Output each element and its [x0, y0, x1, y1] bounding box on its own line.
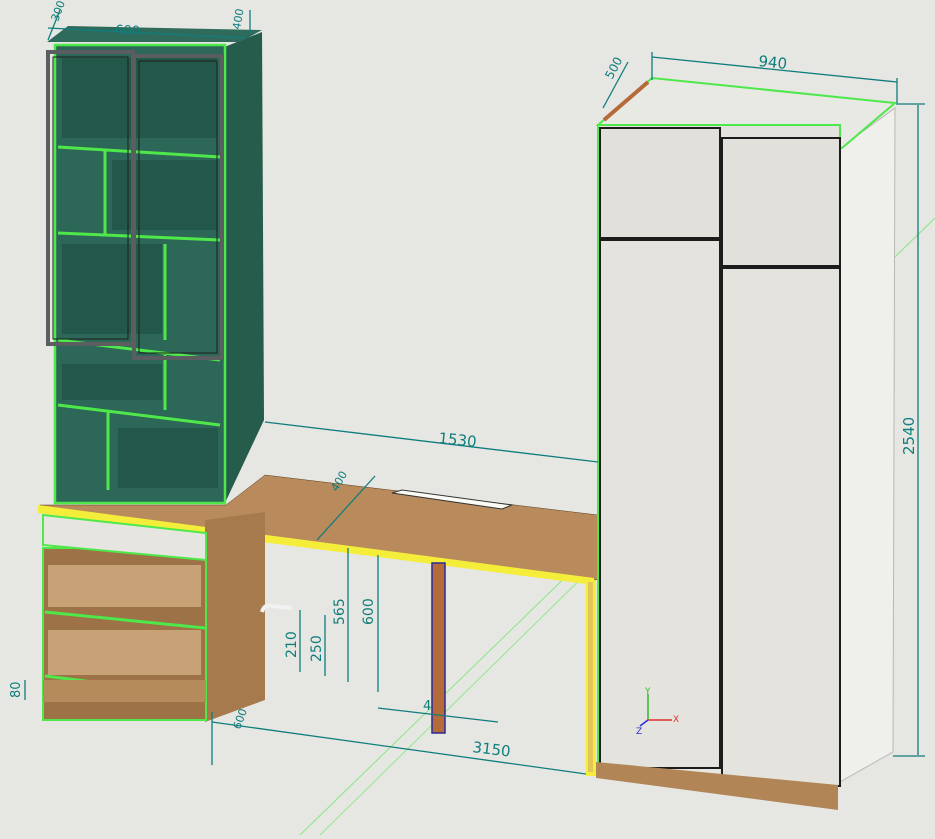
dim-wardrobe-height: 2540 — [900, 417, 918, 455]
dim-wardrobe-depth: 500 — [602, 55, 625, 82]
dim-total-width: 3150 — [472, 738, 512, 761]
dim-top-depth: 300 — [49, 0, 68, 23]
pedestal-side — [205, 512, 265, 722]
dim-height-250: 250 — [309, 635, 325, 662]
axis-x-label: X — [673, 715, 679, 725]
wardrobe-side — [837, 107, 896, 784]
pedestal-plinth — [43, 680, 206, 702]
upper-cabinet[interactable] — [46, 26, 264, 505]
axis-z-label: Z — [636, 727, 642, 737]
dim-height-600: 600 — [361, 598, 377, 625]
dim-top-width: 600 — [115, 23, 141, 39]
dim-top-side: 400 — [230, 8, 246, 31]
dim-leg-offset: 4 — [423, 699, 431, 714]
dim-height-210: 210 — [284, 631, 300, 658]
hook-holder — [260, 603, 293, 613]
dim-plinth-height: 80 — [9, 681, 24, 698]
wardrobe-door-left[interactable] — [599, 239, 721, 769]
mezzanine-door-left[interactable] — [599, 127, 721, 239]
left-pedestal[interactable] — [42, 512, 293, 722]
viewport-canvas[interactable]: 1530 3150 940 500 2540 600 300 400 400 5… — [0, 0, 935, 836]
shelf-2 — [48, 630, 201, 675]
desk-leg — [431, 562, 446, 734]
desk-right-panel — [588, 582, 593, 772]
dim-wardrobe-width: 940 — [758, 52, 788, 73]
wardrobe-door-right[interactable] — [721, 267, 841, 787]
axis-y-label: Y — [644, 687, 651, 697]
cabinet-side — [222, 32, 264, 505]
mezzanine-door-right[interactable] — [721, 137, 841, 267]
shelf-1 — [48, 565, 201, 607]
dim-gap-width: 1530 — [438, 429, 478, 451]
wardrobe[interactable] — [595, 76, 898, 810]
dim-height-565: 565 — [332, 598, 348, 625]
model-viewport[interactable]: 1530 3150 940 500 2540 600 300 400 400 5… — [0, 0, 935, 836]
